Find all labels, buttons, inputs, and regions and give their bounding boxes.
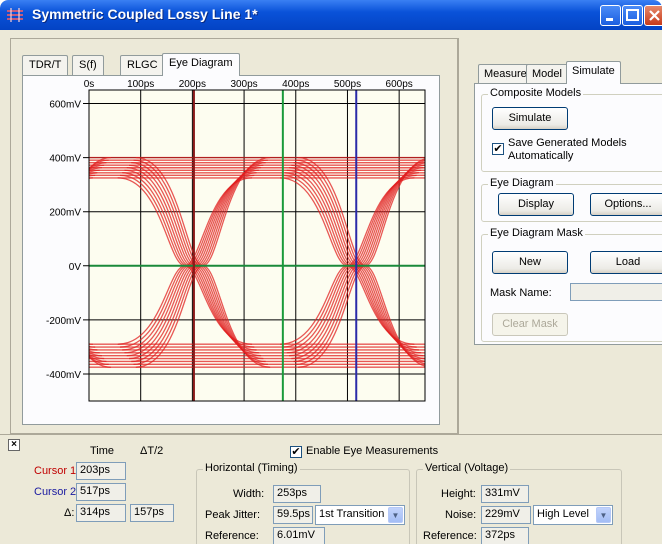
horizontal-reference-value: 6.01mV	[273, 527, 325, 544]
enable-eye-measurements-checkbox[interactable]: ✔	[290, 446, 302, 458]
maximize-button[interactable]	[622, 5, 643, 26]
tab-model[interactable]: Model	[526, 64, 568, 83]
delta-time: 314ps	[76, 504, 126, 522]
minimize-button[interactable]	[600, 5, 621, 26]
eye-diagram-group-label: Eye Diagram	[488, 177, 556, 189]
peak-jitter-value: 59.5ps	[273, 506, 313, 524]
vertical-reference-label: Reference:	[423, 530, 477, 542]
cursor-2-time: 517ps	[76, 483, 126, 501]
x-tick-label: 200ps	[179, 79, 206, 90]
horizontal-timing-group: Horizontal (Timing) Width: 253ps Peak Ji…	[196, 462, 410, 544]
delta-label: Δ:	[64, 507, 75, 519]
noise-value: 229mV	[481, 506, 531, 524]
noise-label: Noise:	[445, 509, 477, 521]
maximize-icon	[626, 9, 639, 21]
tab-simulate[interactable]: Simulate	[566, 61, 621, 84]
title-bar[interactable]: Symmetric Coupled Lossy Line 1*	[0, 0, 662, 30]
save-models-label-2: Automatically	[508, 150, 574, 162]
tab-measure[interactable]: Measure	[478, 64, 533, 83]
close-window-button[interactable]	[644, 5, 662, 26]
close-icon	[649, 10, 660, 21]
tab-tdr[interactable]: TDR/T	[22, 55, 69, 75]
transmission-line-icon	[7, 8, 23, 22]
height-label: Height:	[441, 488, 476, 500]
new-mask-button[interactable]: New	[492, 251, 568, 274]
x-tick-label: 400ps	[282, 79, 309, 90]
horizontal-timing-label: Horizontal (Timing)	[203, 462, 300, 474]
eye-diagram-chart[interactable]: 0s 100ps 200ps 300ps 400ps 500ps 600ps 600mV 400…	[23, 76, 439, 424]
peak-jitter-label: Peak Jitter:	[205, 509, 261, 521]
cursor-1-time: 203ps	[76, 462, 126, 480]
y-tick-label: -400mV	[46, 370, 81, 381]
minimize-icon	[606, 18, 613, 21]
x-tick-label: 300ps	[230, 79, 257, 90]
save-models-label-1: Save Generated Models	[508, 137, 627, 149]
mask-group-label: Eye Diagram Mask	[488, 227, 585, 239]
chevron-down-icon: ▼	[596, 507, 611, 523]
tab-sf[interactable]: S(f)	[72, 55, 104, 75]
y-tick-label: 600mV	[49, 100, 81, 111]
cursor-2-label: Cursor 2:	[34, 486, 80, 498]
y-tick-label: -200mV	[46, 316, 81, 327]
cursor-1-label: Cursor 1:	[34, 465, 80, 477]
simulate-button[interactable]: Simulate	[492, 107, 568, 130]
noise-mode-select[interactable]: High Level ▼	[533, 505, 613, 525]
display-button[interactable]: Display	[498, 193, 574, 216]
y-tick-label: 400mV	[49, 154, 81, 165]
tab-eye-diagram[interactable]: Eye Diagram	[162, 53, 240, 76]
vertical-voltage-label: Vertical (Voltage)	[423, 462, 511, 474]
window-title: Symmetric Coupled Lossy Line 1*	[32, 6, 258, 22]
delta-half-time: 157ps	[130, 504, 174, 522]
tab-rlgc[interactable]: RLGC	[120, 55, 165, 75]
vertical-reference-value: 372ps	[481, 527, 529, 544]
y-tick-label: 200mV	[49, 208, 81, 219]
eye-diagram-panel: 0s 100ps 200ps 300ps 400ps 500ps 600ps 600mV 400…	[22, 75, 440, 425]
width-label: Width:	[233, 488, 265, 500]
close-panel-icon[interactable]: ×	[8, 439, 20, 451]
plot-area	[88, 89, 426, 402]
composite-models-group: Composite Models Simulate ✔ Save Generat…	[481, 87, 662, 172]
noise-mode-value: High Level	[537, 508, 589, 520]
eye-diagram-mask-group: Eye Diagram Mask New Load Mask Name: Cle…	[481, 227, 662, 342]
simulate-page: Composite Models Simulate ✔ Save Generat…	[474, 83, 662, 345]
load-mask-button[interactable]: Load	[590, 251, 662, 274]
width-value: 253ps	[273, 485, 321, 503]
horizontal-reference-label: Reference:	[205, 530, 259, 542]
vertical-voltage-group: Vertical (Voltage) Height: 331mV Noise: …	[416, 462, 622, 544]
x-tick-label: 500ps	[334, 79, 361, 90]
measurement-panel: × Time ΔT/2 ✔ Enable Eye Measurements Cu…	[0, 434, 662, 544]
mask-name-field[interactable]	[570, 283, 662, 301]
delta-t-header: ΔT/2	[140, 445, 164, 457]
composite-models-label: Composite Models	[488, 87, 584, 99]
eye-diagram-group: Eye Diagram Display Options...	[481, 177, 662, 222]
mask-name-label: Mask Name:	[490, 287, 552, 299]
height-value: 331mV	[481, 485, 529, 503]
clear-mask-button[interactable]: Clear Mask	[492, 313, 568, 336]
x-tick-label: 600ps	[386, 79, 413, 90]
time-header: Time	[90, 445, 115, 457]
options-button[interactable]: Options...	[590, 193, 662, 216]
jitter-mode-value: 1st Transition	[319, 508, 385, 520]
save-models-checkbox[interactable]: ✔	[492, 143, 504, 155]
y-tick-label: 0V	[69, 262, 82, 273]
app-window: Symmetric Coupled Lossy Line 1* TDR/T S(…	[0, 0, 662, 544]
enable-eye-measurements-label: Enable Eye Measurements	[306, 445, 439, 457]
chevron-down-icon: ▼	[388, 507, 403, 523]
x-tick-label: 100ps	[127, 79, 154, 90]
x-tick-label: 0s	[84, 79, 95, 90]
jitter-mode-select[interactable]: 1st Transition ▼	[315, 505, 405, 525]
